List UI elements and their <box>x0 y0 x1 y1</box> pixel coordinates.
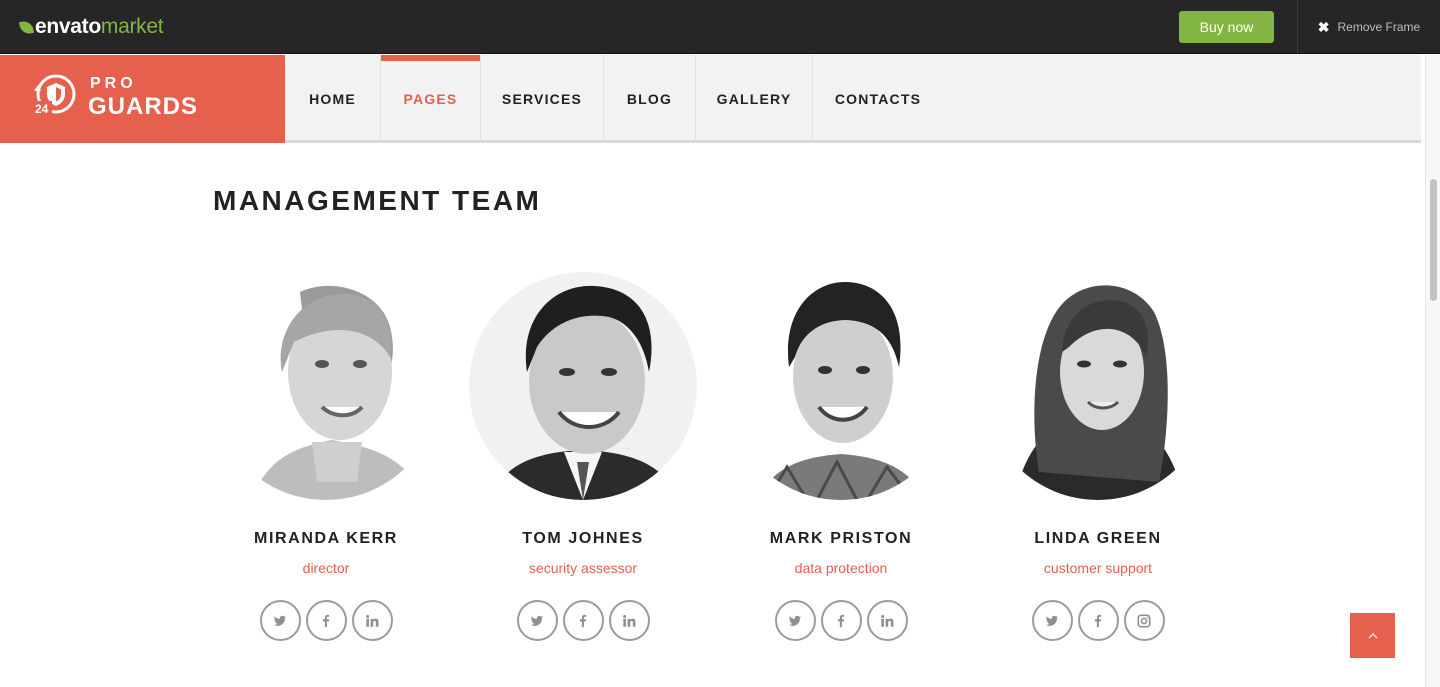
logo-guards-text: GUARDS <box>88 93 199 120</box>
team-member-card: MIRANDA KERR director <box>206 272 446 641</box>
scrollbar-thumb[interactable] <box>1430 179 1437 301</box>
nav-item-blog[interactable]: BLOG <box>604 55 696 143</box>
member-name: MIRANDA KERR <box>254 530 398 547</box>
page-title: MANAGEMENT TEAM <box>213 185 542 216</box>
avatar <box>212 272 440 500</box>
portrait-man-plaid <box>727 272 955 500</box>
portrait-woman-blonde <box>212 272 440 500</box>
twitter-icon[interactable] <box>774 600 816 641</box>
avatar <box>727 272 955 500</box>
back-to-top-button[interactable] <box>1350 613 1395 658</box>
linkedin-icon[interactable] <box>608 600 650 641</box>
shield-24-icon: 24 <box>32 74 76 116</box>
market-logo-word: market <box>100 15 164 38</box>
chevron-up-icon <box>1368 632 1377 638</box>
twitter-icon[interactable] <box>1031 600 1073 641</box>
member-role: security assessor <box>528 560 638 576</box>
facebook-icon[interactable] <box>820 600 862 641</box>
nav-item-home[interactable]: HOME <box>285 55 381 143</box>
nav-item-pages[interactable]: PAGES <box>381 55 481 143</box>
portrait-man-suit <box>469 272 697 500</box>
envato-market-logo[interactable]: envato market <box>18 15 164 39</box>
member-role: data protection <box>794 560 888 576</box>
remove-frame-label: Remove Frame <box>1337 20 1421 34</box>
team-member-card: MARK PRISTON data protection <box>721 272 961 641</box>
linkedin-icon[interactable] <box>351 600 393 641</box>
main-nav: HOME PAGES SERVICES BLOG GALLERY CONTACT… <box>285 55 943 143</box>
twitter-icon[interactable] <box>516 600 558 641</box>
nav-item-services[interactable]: SERVICES <box>481 55 604 143</box>
envato-logo-word: envato <box>35 15 101 38</box>
member-name: TOM JOHNES <box>522 530 644 547</box>
twitter-icon[interactable] <box>259 600 301 641</box>
facebook-icon[interactable] <box>1077 600 1119 641</box>
remove-frame-button[interactable]: ✖ Remove Frame <box>1297 0 1440 54</box>
close-icon: ✖ <box>1317 18 1330 35</box>
page-scrollbar[interactable] <box>1425 55 1440 687</box>
envato-leaf-icon <box>18 19 35 35</box>
avatar <box>469 272 697 500</box>
team-member-card: LINDA GREEN customer support <box>978 272 1218 641</box>
nav-item-contacts[interactable]: CONTACTS <box>813 55 943 143</box>
site-header: 24 PRO GUARDS HOME PAGES SERVICES BLOG G… <box>0 55 1421 143</box>
facebook-icon[interactable] <box>562 600 604 641</box>
nav-item-gallery[interactable]: GALLERY <box>696 55 813 143</box>
member-name: MARK PRISTON <box>769 530 913 547</box>
member-role: customer support <box>1043 560 1153 576</box>
avatar <box>984 272 1212 500</box>
team-member-card: TOM JOHNES security assessor <box>463 272 703 641</box>
buy-now-button[interactable]: Buy now <box>1179 11 1274 43</box>
social-links <box>978 600 1218 641</box>
envato-frame-bar: envato market Buy now ✖ Remove Frame <box>0 0 1440 54</box>
portrait-woman-brunette <box>984 272 1212 500</box>
social-links <box>721 600 961 641</box>
site-logo[interactable]: 24 PRO GUARDS <box>0 55 285 143</box>
member-name: LINDA GREEN <box>1034 530 1162 547</box>
facebook-icon[interactable] <box>305 600 347 641</box>
member-role: director <box>302 560 350 576</box>
instagram-icon[interactable] <box>1123 600 1165 641</box>
logo-pro-text: PRO <box>90 75 137 92</box>
linkedin-icon[interactable] <box>866 600 908 641</box>
logo-badge-text: 24 <box>35 102 49 116</box>
social-links <box>206 600 446 641</box>
social-links <box>463 600 703 641</box>
